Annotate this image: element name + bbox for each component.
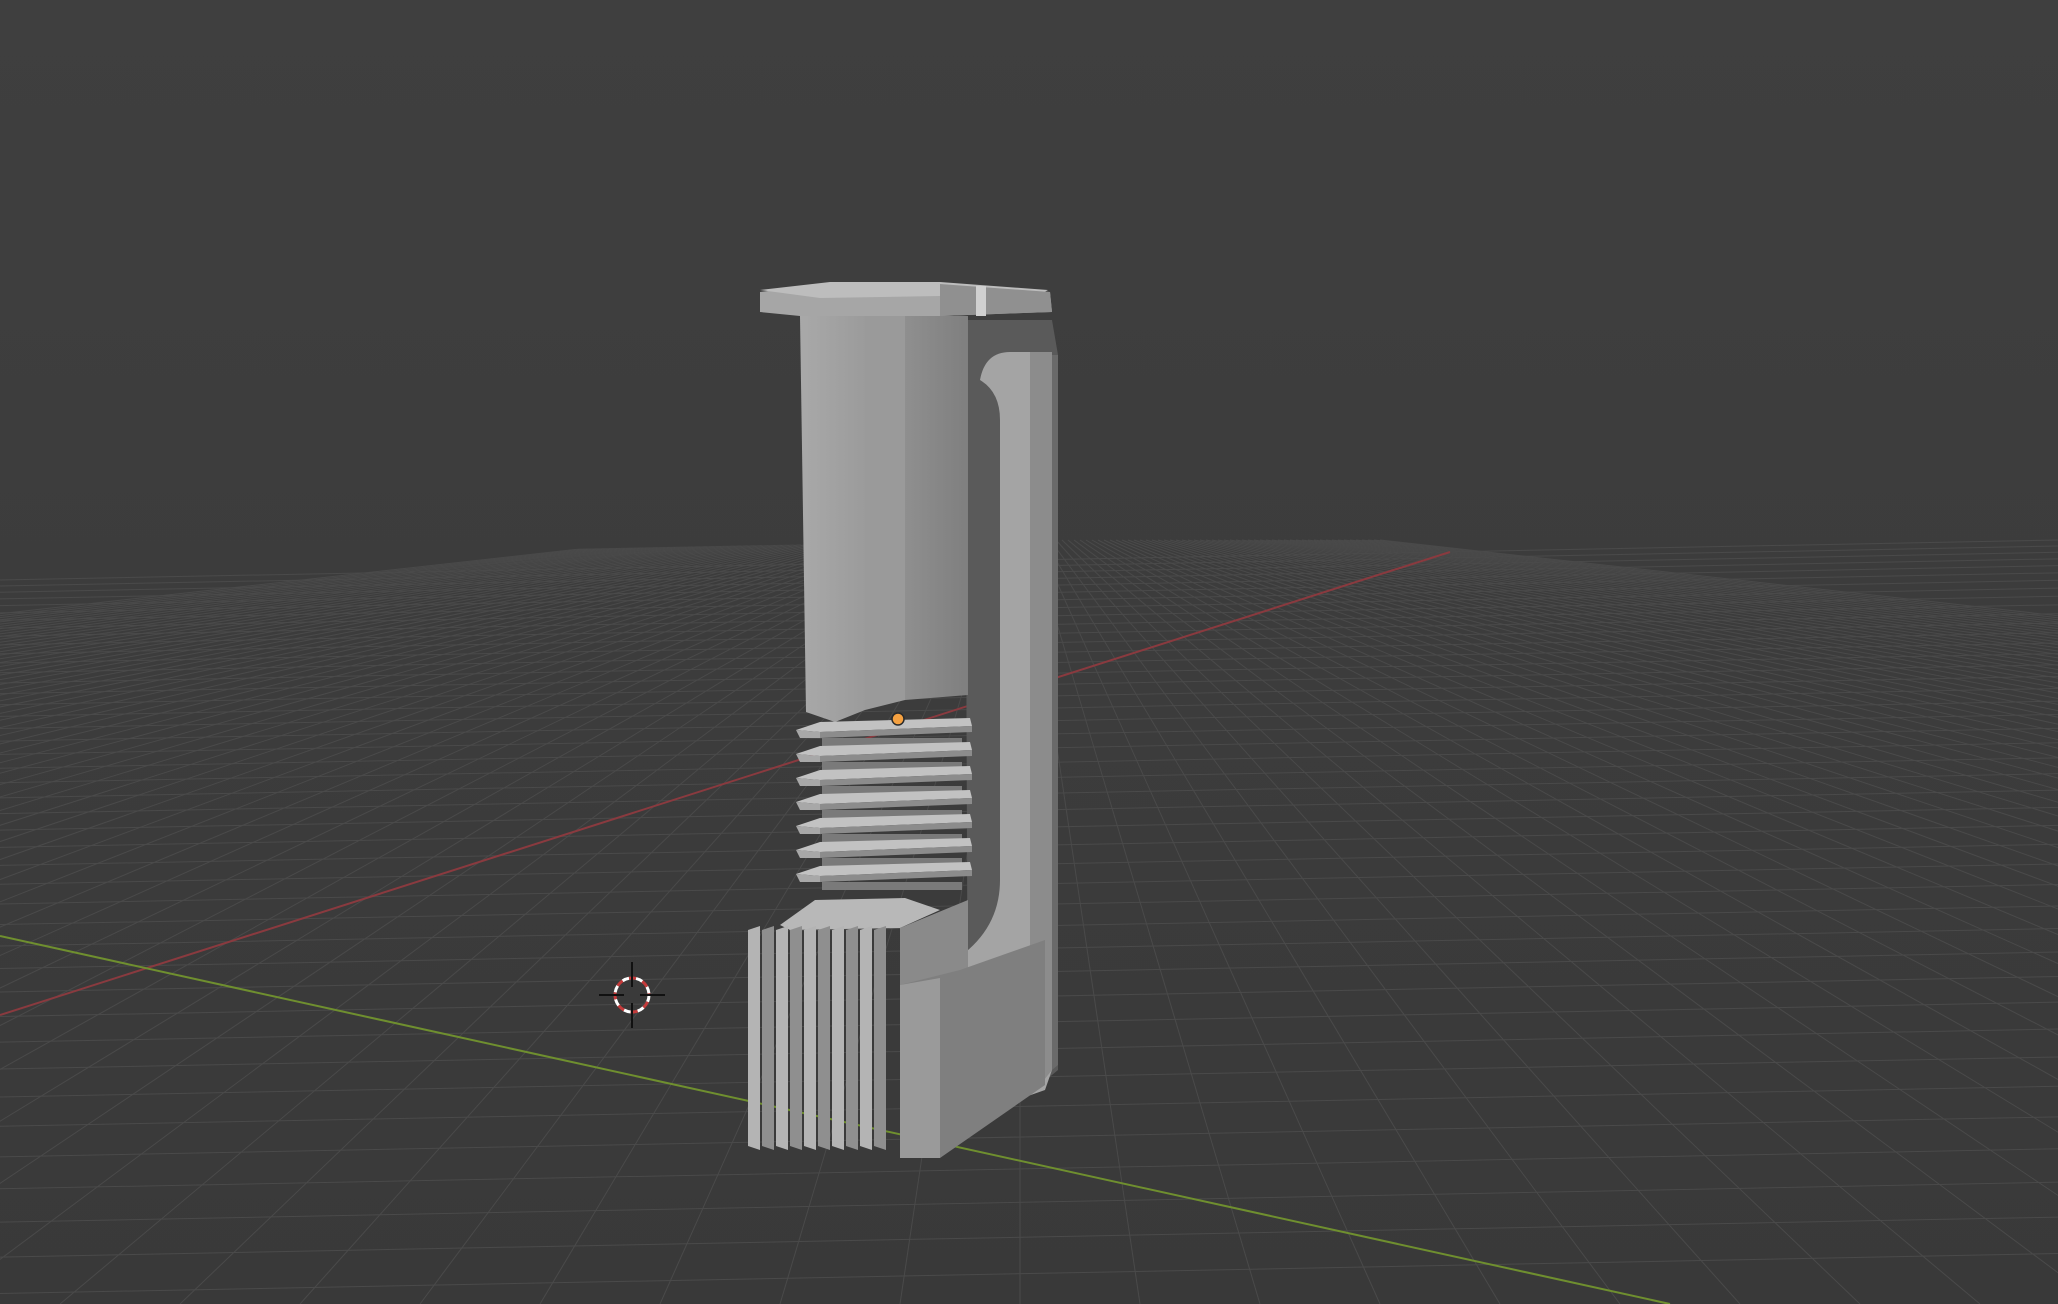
mesh-top-cap-notch bbox=[976, 286, 986, 316]
mesh-rib bbox=[796, 766, 972, 794]
viewport-canvas[interactable] bbox=[0, 0, 2058, 1304]
mesh-rib bbox=[796, 790, 972, 818]
mesh-fin bbox=[818, 926, 830, 1150]
mesh-rib bbox=[796, 838, 972, 866]
mesh-fin bbox=[860, 926, 872, 1150]
mesh-rib bbox=[796, 742, 972, 770]
mesh-pillar-side bbox=[905, 316, 968, 700]
mesh-rib bbox=[796, 862, 972, 890]
mesh-lower-block-face bbox=[900, 978, 940, 1158]
3d-viewport[interactable] bbox=[0, 0, 2058, 1304]
mesh-ribs bbox=[796, 718, 972, 890]
mesh-rib bbox=[796, 814, 972, 842]
mesh-fin bbox=[748, 926, 760, 1150]
mesh-fin bbox=[874, 926, 886, 1150]
mesh-pillar-front bbox=[800, 316, 865, 722]
object-origin-icon[interactable] bbox=[891, 712, 905, 726]
mesh-fin bbox=[846, 926, 858, 1150]
mesh-fin bbox=[832, 926, 844, 1150]
mesh-fin bbox=[804, 926, 816, 1150]
mesh-fin bbox=[762, 926, 774, 1150]
mesh-fin bbox=[790, 926, 802, 1150]
mesh-pillar-mid bbox=[865, 316, 905, 710]
mesh-fin bbox=[776, 926, 788, 1150]
mesh-rib bbox=[796, 718, 972, 746]
